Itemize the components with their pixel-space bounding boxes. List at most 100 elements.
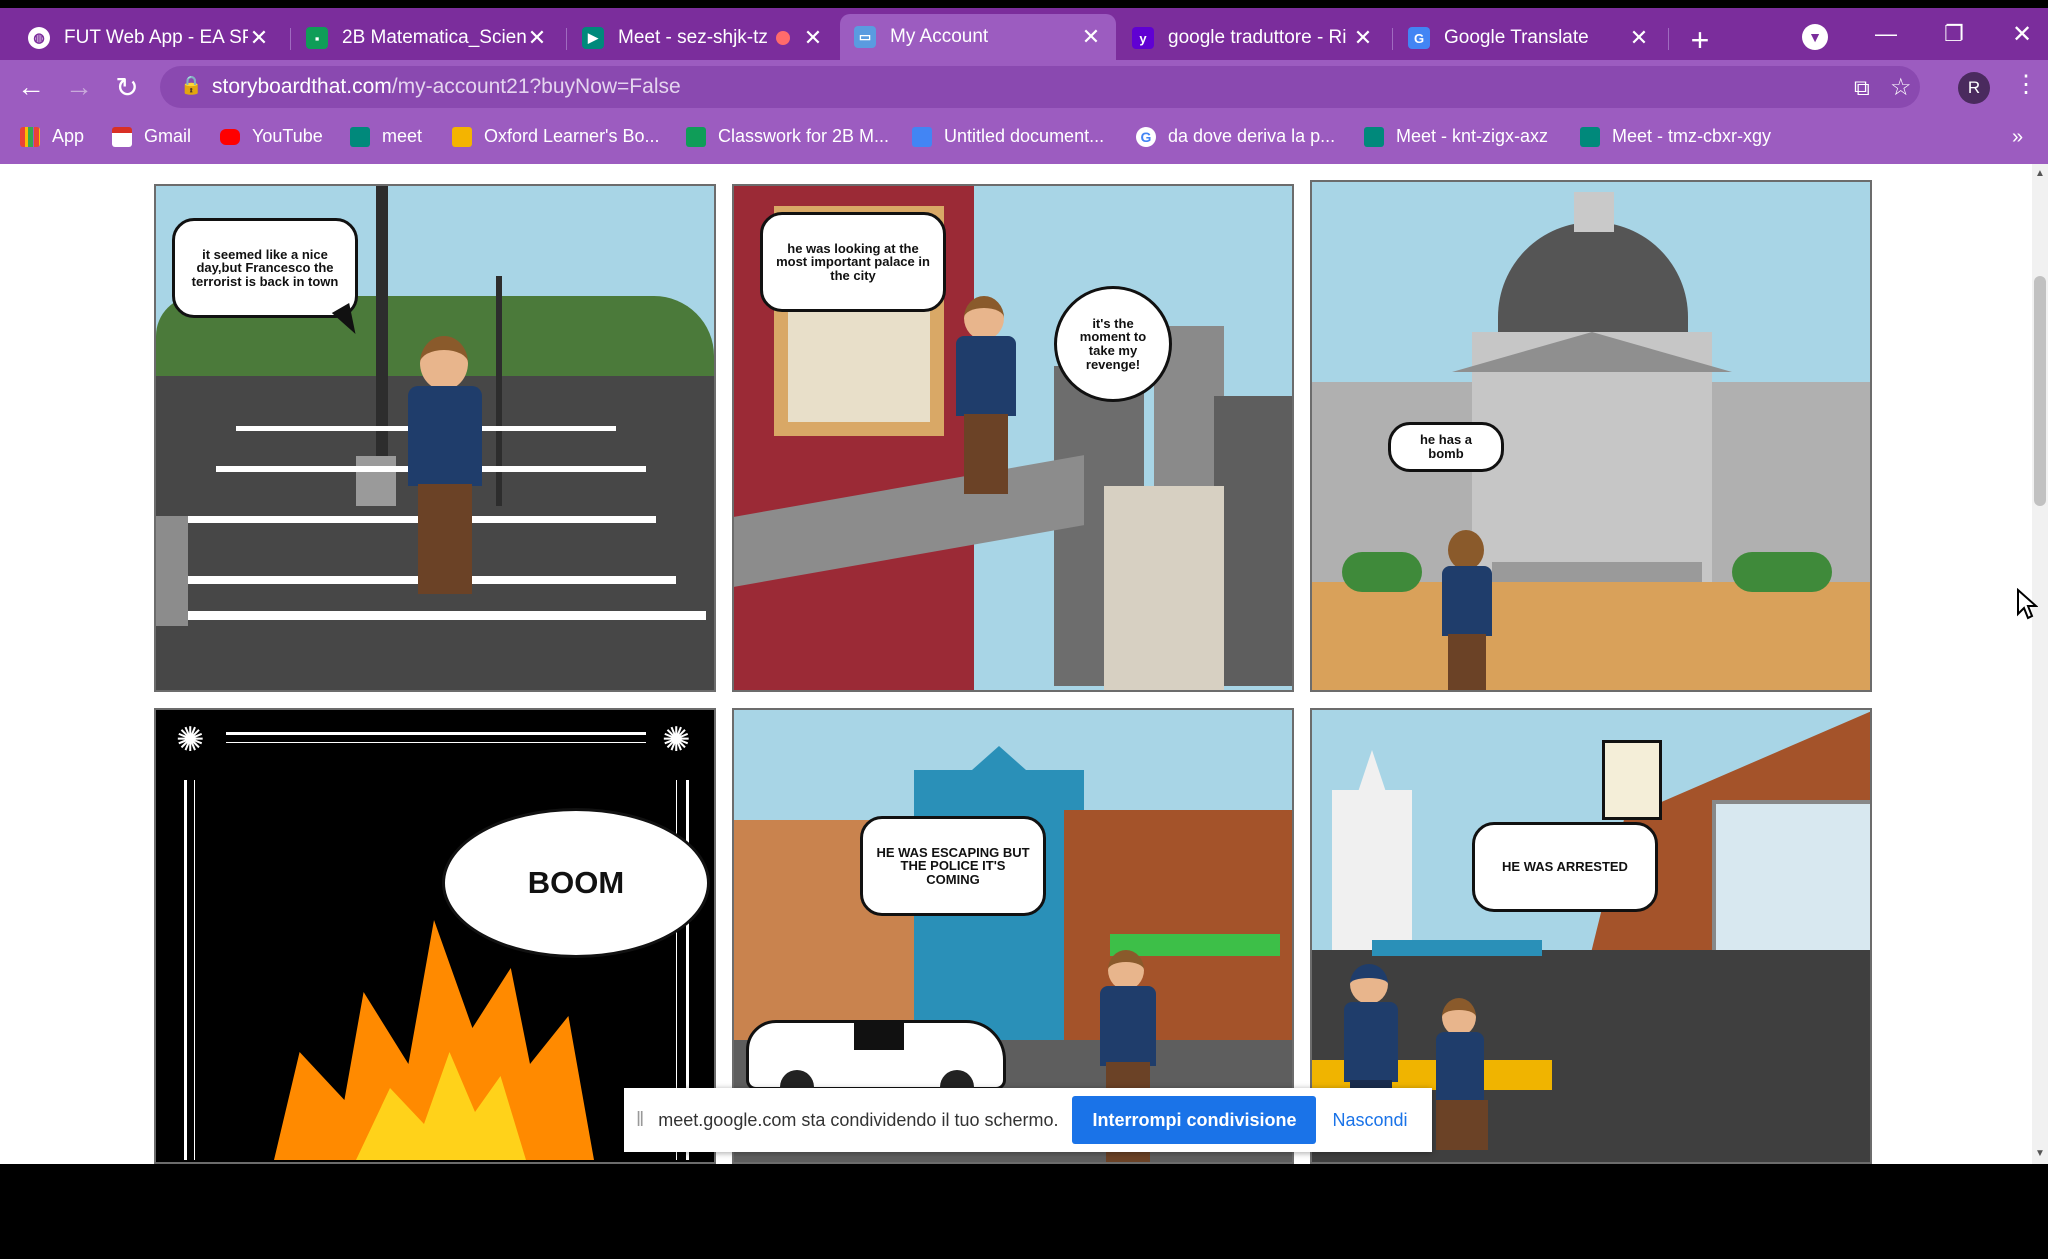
bookmark-label: Gmail xyxy=(144,126,192,146)
bookmark-classwork[interactable]: Classwork for 2B M... xyxy=(686,126,889,147)
address-bar[interactable]: 🔒 storyboardthat.com/my-account21?buyNow… xyxy=(160,66,1920,108)
stop-sharing-label: Interrompi condivisione xyxy=(1092,1109,1297,1130)
lock-icon: 🔒 xyxy=(180,75,203,95)
minimize-icon[interactable]: — xyxy=(1866,14,1906,54)
scroll-thumb[interactable] xyxy=(2034,276,2046,506)
drag-handle-icon[interactable]: ‖ xyxy=(636,1109,644,1132)
tab-title: FUT Web App - EA SPO xyxy=(64,27,248,48)
bubble-text: it seemed like a nice day,but Francesco … xyxy=(191,246,339,289)
close-tab-icon[interactable]: ✕ xyxy=(1080,24,1102,50)
close-tab-icon[interactable]: ✕ xyxy=(248,25,270,51)
back-icon[interactable]: ← xyxy=(14,70,48,104)
tab-meet-sez[interactable]: ▶ Meet - sez-shjk-tz ✕ xyxy=(568,16,838,60)
ornament-icon: ✺ xyxy=(662,721,691,759)
storyboard-panel-2[interactable]: he was looking at the most important pal… xyxy=(732,184,1294,692)
bookmark-label: Untitled document... xyxy=(944,126,1105,146)
bookmark-label: Classwork for 2B M... xyxy=(718,126,890,146)
classroom-icon: ▪ xyxy=(306,27,328,49)
screen: ◍ FUT Web App - EA SPO ✕ ▪ 2B Matematica… xyxy=(0,0,2048,1259)
bubble-text: HE WAS ARRESTED xyxy=(1502,859,1628,875)
url-domain: storyboardthat.com xyxy=(212,75,392,98)
bookmark-label: App xyxy=(52,126,85,146)
bookmark-gmail[interactable]: Gmail xyxy=(112,126,191,147)
storyboard-panel-3[interactable]: he has a bomb xyxy=(1310,180,1872,692)
bookmark-label: Oxford Learner's Bo... xyxy=(484,126,660,146)
tab-title: My Account xyxy=(890,26,989,47)
tab-title: 2B Matematica_Scienze xyxy=(342,27,526,48)
screen-share-banner: ‖ meet.google.com sta condividendo il tu… xyxy=(624,1088,1432,1152)
restore-icon[interactable]: ❐ xyxy=(1934,14,1974,54)
docs-icon xyxy=(912,126,932,147)
tab-title: Google Translate xyxy=(1444,27,1589,48)
meet-icon: ▶ xyxy=(582,27,604,49)
ornament-icon: ✺ xyxy=(176,721,205,759)
close-tab-icon[interactable]: ✕ xyxy=(802,25,824,51)
bubble-text: he has a bomb xyxy=(1419,432,1473,461)
recording-icon xyxy=(776,31,790,45)
translate-icon: G xyxy=(1408,27,1430,49)
bookmark-app[interactable]: App xyxy=(20,126,84,147)
avatar-letter: R xyxy=(1967,78,1981,97)
bookmarks-bar: App Gmail YouTube meet Oxford Learner's … xyxy=(0,114,2048,164)
share-message: meet.google.com sta condividendo il tuo … xyxy=(658,1109,1059,1130)
more-bookmarks-icon[interactable]: » xyxy=(2012,126,2023,149)
toolbar: ← → ↻ 🔒 storyboardthat.com/my-account21?… xyxy=(0,60,2048,114)
bubble-text: BOOM xyxy=(527,864,625,900)
tab-search-icon[interactable]: ▼ xyxy=(1802,24,1828,50)
speech-bubble: it seemed like a nice day,but Francesco … xyxy=(172,218,358,318)
scroll-down-icon[interactable]: ▼ xyxy=(2035,1148,2045,1159)
oxford-icon xyxy=(452,126,472,147)
gmail-icon xyxy=(112,126,132,147)
plus-icon: + xyxy=(1690,21,1710,58)
bookmark-meet-tmz[interactable]: Meet - tmz-cbxr-xgy xyxy=(1580,126,1771,147)
url-path: /my-account21?buyNow=False xyxy=(391,75,681,98)
page-content: it seemed like a nice day,but Francesco … xyxy=(0,164,2048,1164)
bubble-text: he was looking at the most important pal… xyxy=(776,240,930,283)
new-tab-button[interactable]: + xyxy=(1680,20,1720,60)
speech-bubble: HE WAS ARRESTED xyxy=(1472,822,1658,912)
meet-icon xyxy=(1364,126,1384,147)
storyboard-panel-1[interactable]: it seemed like a nice day,but Francesco … xyxy=(154,184,716,692)
vertical-scrollbar[interactable]: ▲ ▼ xyxy=(2032,164,2048,1164)
bubble-text: HE WAS ESCAPING BUT THE POLICE IT'S COMI… xyxy=(876,844,1030,887)
bookmark-untitled-doc[interactable]: Untitled document... xyxy=(912,126,1104,147)
tab-google-traduttore[interactable]: y google traduttore - Ri ✕ xyxy=(1118,16,1388,60)
bubble-text: it's the moment to take my revenge! xyxy=(1079,315,1147,372)
bookmark-label: Meet - tmz-cbxr-xgy xyxy=(1612,126,1772,146)
bookmark-da-dove[interactable]: Gda dove deriva la p... xyxy=(1136,126,1335,147)
speech-bubble: BOOM xyxy=(442,808,710,958)
tab-my-account[interactable]: ▭ My Account ✕ xyxy=(840,14,1116,60)
apps-grid-icon xyxy=(20,126,40,147)
bookmark-oxford[interactable]: Oxford Learner's Bo... xyxy=(452,126,660,147)
tab-strip: ◍ FUT Web App - EA SPO ✕ ▪ 2B Matematica… xyxy=(0,8,2048,60)
thought-bubble: it's the moment to take my revenge! xyxy=(1054,286,1172,402)
close-tab-icon[interactable]: ✕ xyxy=(1352,25,1374,51)
forward-icon[interactable]: → xyxy=(62,70,96,104)
speech-bubble: HE WAS ESCAPING BUT THE POLICE IT'S COMI… xyxy=(860,816,1046,916)
bookmark-label: YouTube xyxy=(252,126,323,146)
close-window-icon[interactable]: ✕ xyxy=(2002,14,2042,54)
bookmark-meet-knt[interactable]: Meet - knt-zigx-axz xyxy=(1364,126,1548,147)
speech-bubble: he has a bomb xyxy=(1388,422,1504,472)
speech-bubble: he was looking at the most important pal… xyxy=(760,212,946,312)
stop-sharing-button[interactable]: Interrompi condivisione xyxy=(1072,1096,1317,1144)
reload-icon[interactable]: ↻ xyxy=(110,70,144,104)
tab-2b-matematica[interactable]: ▪ 2B Matematica_Scienze ✕ xyxy=(292,16,562,60)
bookmark-meet[interactable]: meet xyxy=(350,126,422,147)
globe-icon: ◍ xyxy=(28,27,50,49)
close-tab-icon[interactable]: ✕ xyxy=(526,25,548,51)
youtube-icon xyxy=(220,128,240,145)
translate-page-icon[interactable]: ⧉ xyxy=(1854,75,1870,101)
bookmark-youtube[interactable]: YouTube xyxy=(220,126,323,147)
tab-google-translate[interactable]: G Google Translate ✕ xyxy=(1394,16,1664,60)
bookmark-star-icon[interactable]: ☆ xyxy=(1890,73,1912,102)
tab-fut-web-app[interactable]: ◍ FUT Web App - EA SPO ✕ xyxy=(14,16,284,60)
close-tab-icon[interactable]: ✕ xyxy=(1628,25,1650,51)
menu-kebab-icon[interactable]: ⋮ xyxy=(2014,70,2038,99)
scroll-up-icon[interactable]: ▲ xyxy=(2035,168,2045,179)
profile-avatar[interactable]: R xyxy=(1958,72,1990,104)
tab-title: Meet - sez-shjk-tz xyxy=(618,27,768,48)
bookmark-label: da dove deriva la p... xyxy=(1168,126,1336,146)
hide-button[interactable]: Nascondi xyxy=(1332,1110,1407,1131)
address-text[interactable]: storyboardthat.com/my-account21?buyNow=F… xyxy=(212,75,681,99)
